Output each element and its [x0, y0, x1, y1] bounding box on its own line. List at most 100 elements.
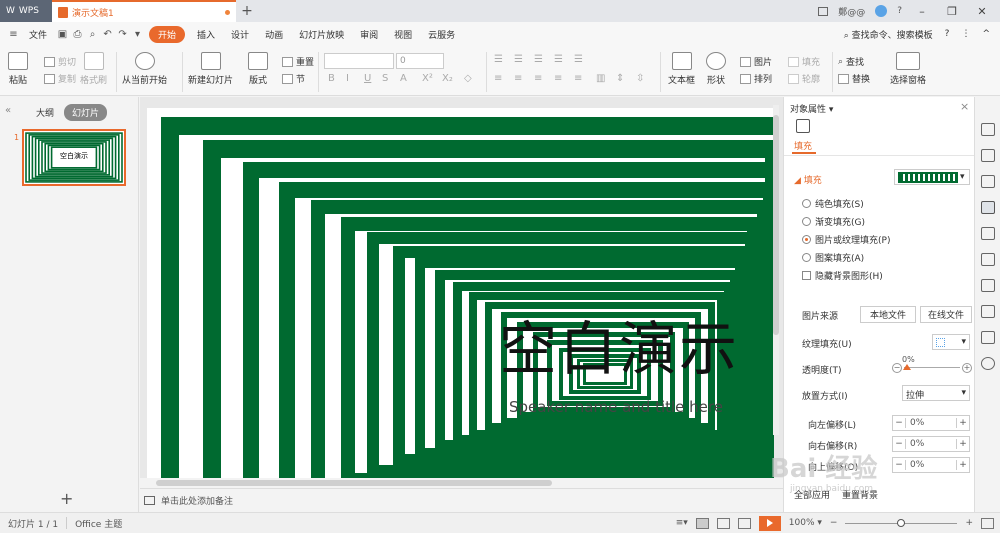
animation-icon[interactable] [981, 227, 995, 240]
menu-insert[interactable]: 插入 [189, 28, 223, 41]
radio-gradient-fill[interactable]: 渐变填充(G) [802, 215, 865, 228]
increase-indent-icon[interactable]: ☰ [554, 54, 563, 65]
radio-solid-fill[interactable]: 纯色填充(S) [802, 197, 864, 210]
close-button[interactable]: ✕ [972, 5, 992, 18]
slide-sorter-icon[interactable] [716, 517, 730, 529]
decrease-indent-icon[interactable]: ☰ [534, 54, 543, 65]
theme-name[interactable]: Office 主题 [75, 517, 122, 530]
offset-right-spinner[interactable]: −0% + [892, 436, 970, 452]
find-button[interactable]: ⌕ 查找 [838, 55, 864, 69]
slide-canvas[interactable]: 空白演示 Speaker name and title here [140, 97, 783, 487]
reading-view-icon[interactable] [737, 517, 751, 529]
paste-button[interactable]: 粘贴 [8, 52, 28, 86]
menu-help-button[interactable]: ? [945, 29, 950, 39]
align-left-icon[interactable]: ≡ [494, 73, 502, 84]
slide-1[interactable]: 空白演示 Speaker name and title here [147, 108, 774, 480]
align-text-icon[interactable]: ⇳ [636, 73, 644, 84]
fit-window-icon[interactable] [981, 517, 994, 529]
outline-button[interactable]: 轮廓 [788, 72, 820, 85]
underline-icon[interactable]: U [364, 73, 371, 84]
file-menu[interactable]: 文件 [21, 28, 55, 41]
zoom-level[interactable]: 100% ▾ [789, 518, 822, 528]
clear-format-icon[interactable]: ◇ [464, 73, 472, 84]
select-pane-button[interactable]: 选择窗格 [890, 52, 926, 86]
help-button[interactable]: ? [897, 6, 902, 16]
tab-fill[interactable]: 填充 [794, 139, 812, 152]
normal-view-icon[interactable] [695, 517, 709, 529]
plus-icon[interactable]: + [962, 363, 972, 373]
user-name[interactable]: 鄭@@ [838, 5, 865, 18]
collapse-panel-icon[interactable]: « [5, 105, 11, 116]
tab-outline[interactable]: 大纲 [36, 106, 54, 119]
wps-home-tab[interactable]: W WPS [0, 0, 52, 22]
design-icon[interactable] [981, 149, 995, 162]
offset-up-spinner[interactable]: −0% + [892, 457, 970, 473]
share-icon[interactable] [981, 305, 995, 318]
checkbox-hide-background[interactable]: 隐藏背景图形(H) [802, 269, 883, 282]
customize-icon[interactable]: ▾ [130, 29, 145, 40]
slide-subtitle[interactable]: Speaker name and title here [509, 398, 723, 416]
properties-icon[interactable] [981, 201, 995, 214]
line-spacing-icon[interactable]: ☰ [574, 54, 583, 65]
horizontal-scrollbar[interactable] [140, 478, 783, 488]
layout-button[interactable]: 版式 [248, 52, 268, 86]
slide-title[interactable]: 空白演示 [499, 302, 739, 386]
transparency-slider[interactable]: − + [892, 361, 972, 375]
vertical-scrollbar[interactable] [772, 105, 780, 435]
menu-icon[interactable]: ≡ [6, 29, 21, 40]
copy-button[interactable]: 复制 [44, 72, 76, 85]
font-family-select[interactable] [324, 53, 394, 69]
radio-picture-texture-fill[interactable]: 图片或纹理填充(P) [802, 233, 890, 246]
font-size-select[interactable]: 0 [396, 53, 444, 69]
minus-icon[interactable]: − [892, 363, 902, 373]
bold-icon[interactable]: B [328, 73, 335, 84]
add-slide-button[interactable]: + [60, 489, 73, 508]
section-button[interactable]: 节 [282, 72, 305, 85]
picture-button[interactable]: 图片 [740, 55, 772, 68]
menu-start[interactable]: 开始 [149, 25, 186, 43]
fill-preview-dropdown[interactable]: ▾ [894, 169, 970, 185]
zoom-slider-knob[interactable] [897, 519, 906, 527]
font-color-icon[interactable]: A [400, 73, 407, 84]
menu-review[interactable]: 审阅 [352, 28, 386, 41]
document-tab[interactable]: 演示文稿1 [52, 0, 236, 22]
italic-icon[interactable]: I [346, 73, 349, 84]
slide-thumbnail[interactable]: 空白演示 [22, 129, 126, 186]
replace-button[interactable]: 替换 [838, 72, 870, 85]
collapse-ribbon-icon[interactable]: ^ [982, 29, 990, 39]
reset-background-button[interactable]: 重置背景 [842, 488, 878, 501]
menu-animation[interactable]: 动画 [257, 28, 291, 41]
tab-slides[interactable]: 幻灯片 [64, 104, 108, 121]
notes-area[interactable]: 单击此处添加备注 [140, 488, 783, 512]
fill-tab-icon[interactable] [796, 119, 810, 133]
restore-button[interactable]: ❐ [942, 5, 962, 18]
history-icon[interactable] [981, 331, 995, 344]
more-options-icon[interactable]: ⋮ [961, 29, 970, 39]
bullets-icon[interactable]: ☰ [494, 54, 503, 65]
cut-button[interactable]: 剪切 [44, 55, 76, 68]
transition-icon[interactable] [981, 253, 995, 266]
menu-slideshow[interactable]: 幻灯片放映 [291, 28, 352, 41]
redo-icon[interactable]: ↷ [115, 29, 130, 40]
format-painter-button[interactable]: 格式刷 [80, 52, 107, 86]
fill-button[interactable]: 填充 [788, 55, 820, 68]
minimize-button[interactable]: – [912, 5, 932, 18]
command-search[interactable]: ⌕ 查找命令、搜索模板 [844, 28, 933, 41]
template-icon[interactable] [981, 279, 995, 292]
pane-title[interactable]: 对象属性 ▾ [790, 102, 833, 115]
apply-all-button[interactable]: 全部应用 [794, 488, 830, 501]
align-right-icon[interactable]: ≡ [534, 73, 542, 84]
notes-toggle-icon[interactable]: ≡▾ [676, 518, 688, 528]
text-box-button[interactable]: 文本框 [668, 52, 695, 86]
columns-icon[interactable]: ▥ [596, 73, 605, 84]
menu-design[interactable]: 设计 [223, 28, 257, 41]
local-file-button[interactable]: 本地文件 [860, 306, 916, 323]
superscript-icon[interactable]: X² [422, 73, 433, 84]
reset-button[interactable]: 重置 [282, 55, 314, 68]
fill-section-header[interactable]: ◢ 填充 [794, 173, 822, 186]
arrange-button[interactable]: 排列 [740, 72, 772, 85]
new-slide-button[interactable]: 新建幻灯片 [188, 52, 233, 86]
zoom-in-icon[interactable]: + [965, 518, 973, 528]
pin-icon[interactable] [981, 123, 995, 136]
online-file-button[interactable]: 在线文件 [920, 306, 972, 323]
